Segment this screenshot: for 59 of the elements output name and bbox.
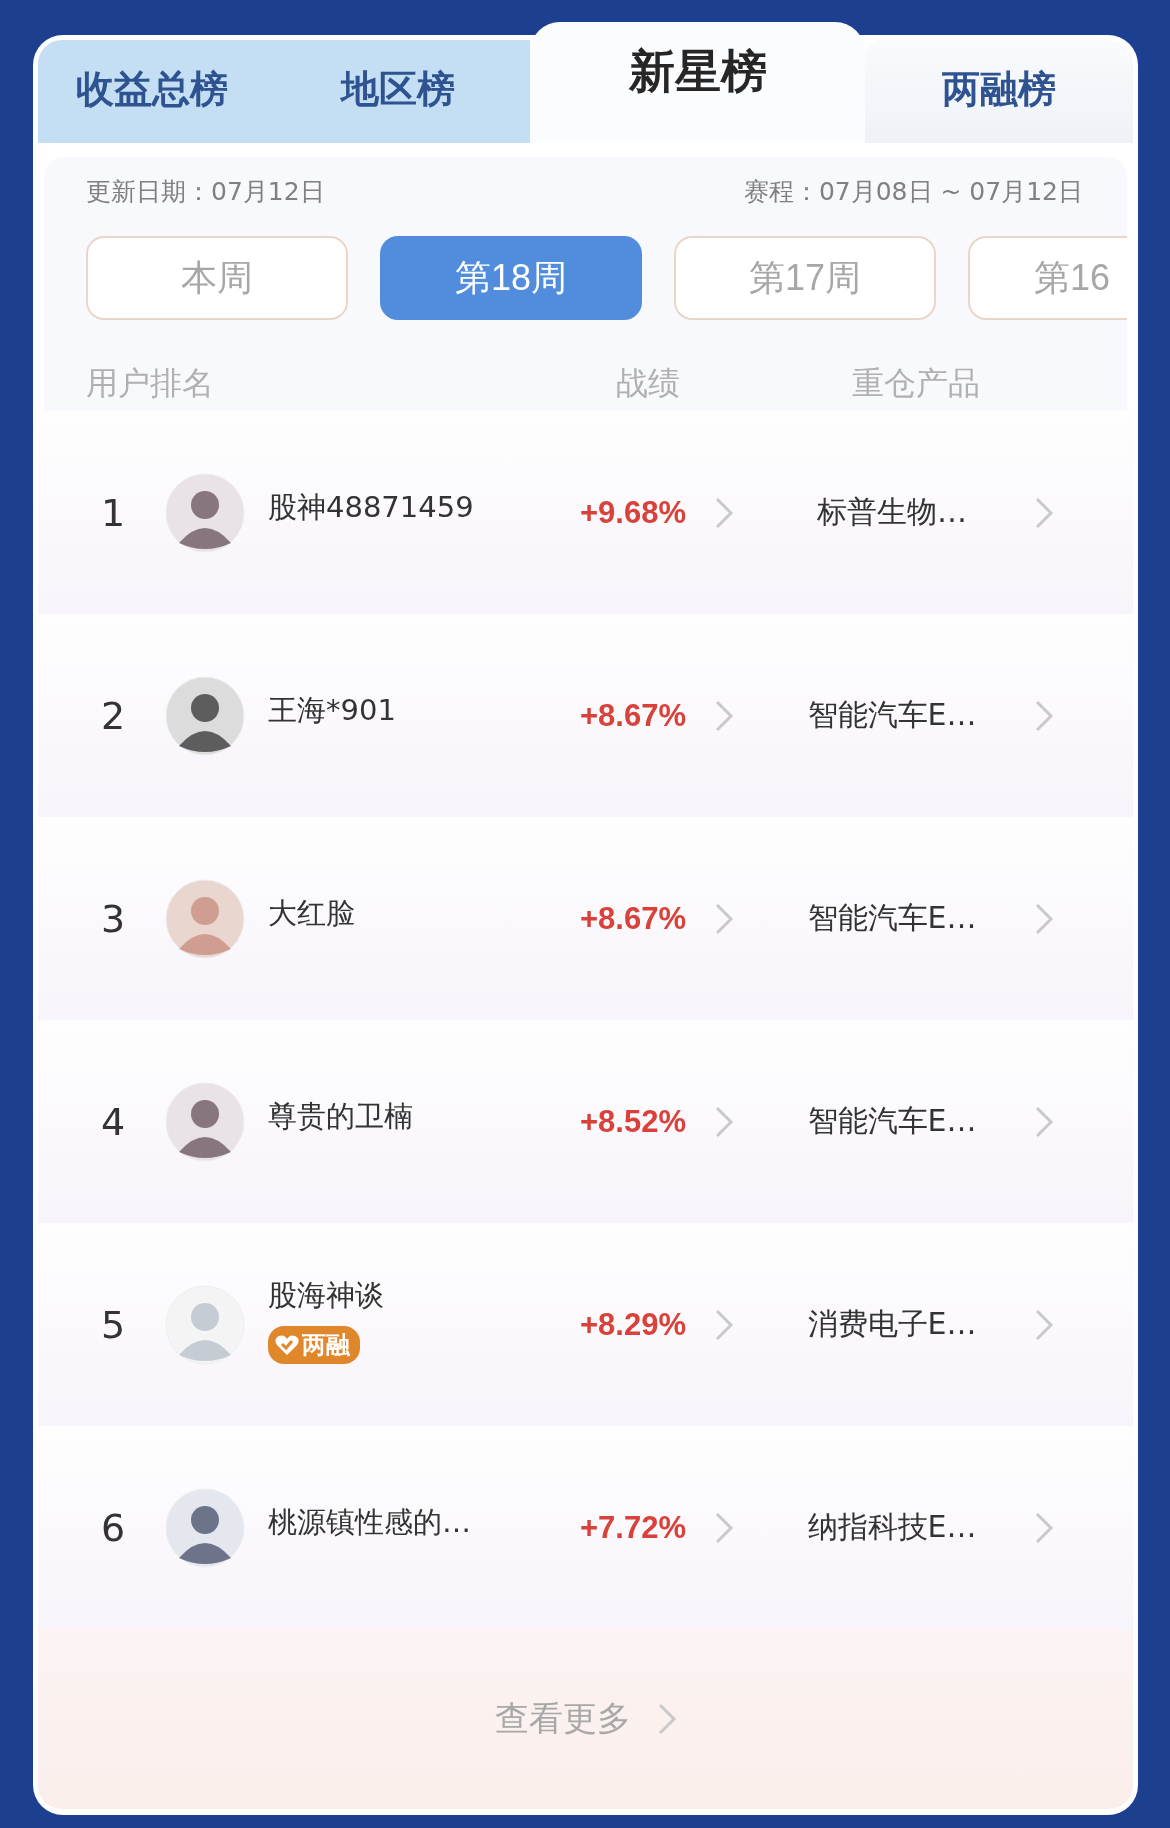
rank-number: 1 bbox=[99, 490, 127, 535]
product-name: 智能汽车E… bbox=[806, 1102, 978, 1140]
chevron-icon bbox=[1034, 495, 1054, 530]
product-name: 智能汽车E… bbox=[806, 899, 978, 937]
product-name: 消费电子E… bbox=[806, 1305, 978, 1343]
avatar-icon bbox=[165, 1487, 245, 1568]
avatar-icon bbox=[165, 1284, 245, 1365]
week-tab[interactable]: 第18周 bbox=[380, 236, 642, 320]
chevron-icon bbox=[1034, 1307, 1054, 1342]
column-header: 重仓产品 bbox=[852, 363, 980, 404]
heart-check-icon bbox=[274, 1332, 300, 1357]
chevron-icon bbox=[714, 495, 734, 530]
chevron-icon bbox=[1034, 1510, 1054, 1545]
user-name: 王海*901 bbox=[268, 691, 397, 729]
user-name: 大红脸 bbox=[268, 894, 356, 932]
chevron-icon bbox=[656, 1702, 677, 1736]
tab[interactable]: 收益总榜 bbox=[38, 40, 265, 143]
tab[interactable]: 新星榜 bbox=[530, 22, 865, 143]
week-tab[interactable]: 本周 bbox=[86, 236, 348, 320]
rank-number: 3 bbox=[99, 896, 127, 941]
chevron-icon bbox=[714, 698, 734, 733]
user-name: 股神48871459 bbox=[268, 488, 475, 526]
rank-number: 5 bbox=[99, 1302, 127, 1347]
chevron-icon bbox=[1034, 698, 1054, 733]
avatar-icon bbox=[165, 878, 245, 959]
column-header: 用户排名 bbox=[86, 363, 215, 404]
chevron-icon bbox=[714, 1510, 734, 1545]
chevron-icon bbox=[714, 1307, 734, 1342]
chevron-icon bbox=[714, 1104, 734, 1139]
return-value: +8.67% bbox=[579, 900, 686, 937]
product-name: 智能汽车E… bbox=[806, 696, 978, 734]
schedule-dates: 赛程：07月08日 ~ 07月12日 bbox=[743, 176, 1083, 208]
chevron-icon bbox=[714, 901, 734, 936]
avatar-icon bbox=[165, 1081, 245, 1162]
view-more-link[interactable]: 查看更多 bbox=[494, 1696, 631, 1742]
user-name: 尊贵的卫楠 bbox=[268, 1097, 414, 1135]
week-tab[interactable]: 第17周 bbox=[674, 236, 936, 320]
update-date: 更新日期：07月12日 bbox=[86, 176, 325, 208]
product-name: 纳指科技E… bbox=[806, 1508, 978, 1546]
product-name: 标普生物… bbox=[816, 493, 968, 531]
week-tab[interactable]: 第16 bbox=[968, 236, 1127, 320]
margin-badge: 两融 bbox=[268, 1325, 360, 1364]
rank-number: 2 bbox=[99, 693, 127, 738]
avatar-icon bbox=[165, 472, 245, 553]
rank-number: 6 bbox=[99, 1505, 127, 1550]
return-value: +8.52% bbox=[579, 1103, 686, 1140]
chevron-icon bbox=[1034, 1104, 1054, 1139]
tab[interactable]: 两融榜 bbox=[865, 40, 1133, 143]
return-value: +7.72% bbox=[579, 1509, 686, 1546]
user-name: 桃源镇性感的… bbox=[268, 1503, 472, 1541]
return-value: +8.29% bbox=[579, 1306, 686, 1343]
avatar-icon bbox=[165, 675, 245, 756]
tab[interactable]: 地区榜 bbox=[265, 40, 530, 143]
chevron-icon bbox=[1034, 901, 1054, 936]
return-value: +8.67% bbox=[579, 697, 686, 734]
column-header: 战绩 bbox=[616, 363, 681, 404]
user-name: 股海神谈 bbox=[268, 1276, 385, 1314]
rank-number: 4 bbox=[99, 1099, 127, 1144]
return-value: +9.68% bbox=[579, 494, 686, 531]
